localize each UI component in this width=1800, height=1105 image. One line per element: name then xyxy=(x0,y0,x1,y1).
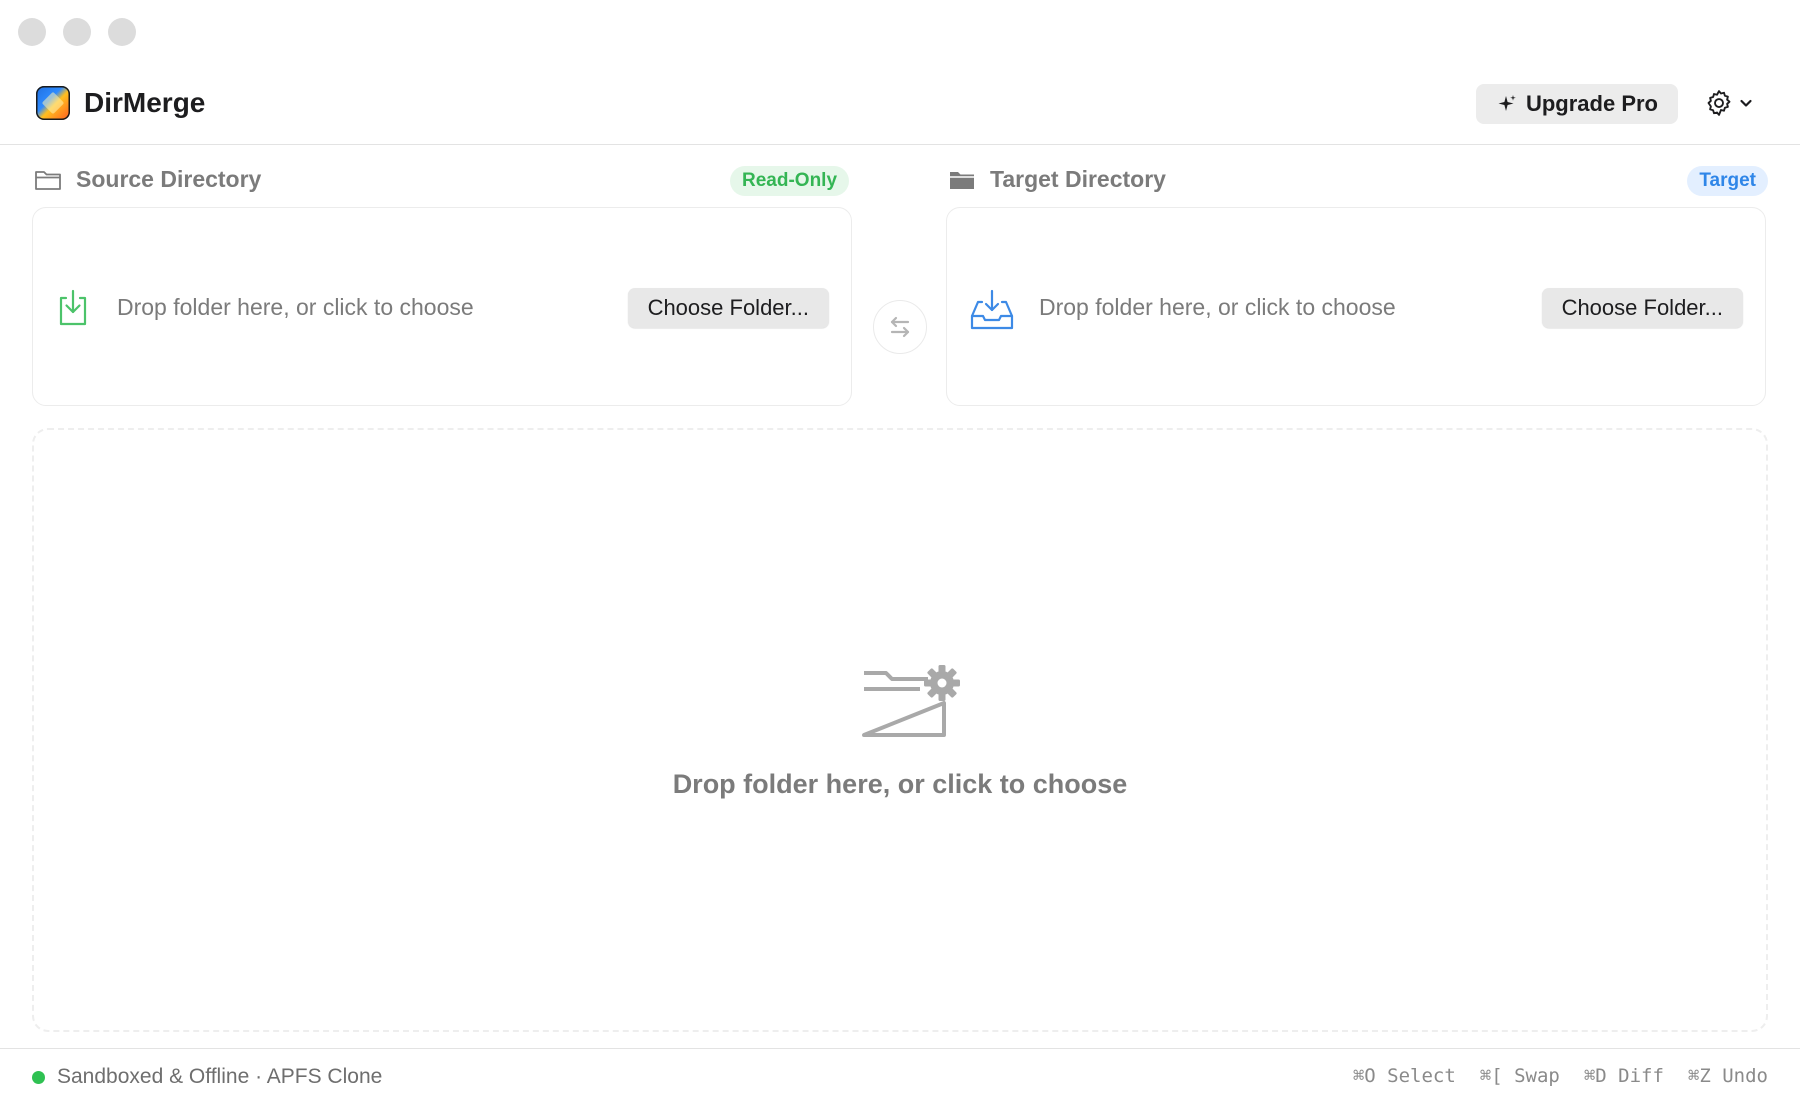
swap-directories-button[interactable] xyxy=(873,300,927,354)
status-text: Sandboxed & Offline · APFS Clone xyxy=(57,1065,383,1088)
gear-icon xyxy=(1707,90,1731,116)
status-indicator: Sandboxed & Offline · APFS Clone xyxy=(32,1065,382,1089)
target-directory-label: Target Directory xyxy=(990,166,1166,192)
target-directory-heading: Target Directory xyxy=(948,166,1166,193)
source-drop-panel[interactable]: Drop folder here, or click to choose Cho… xyxy=(32,207,852,406)
close-window-button[interactable] xyxy=(18,18,46,46)
folder-gear-icon xyxy=(862,665,960,737)
minimize-window-button[interactable] xyxy=(63,18,91,46)
upgrade-pro-label: Upgrade Pro xyxy=(1525,91,1658,116)
folder-outline-icon xyxy=(35,170,61,190)
brand: DirMerge xyxy=(36,86,205,120)
source-drop-text: Drop folder here, or click to choose xyxy=(117,294,474,320)
target-choose-folder-button[interactable]: Choose Folder... xyxy=(1541,288,1743,328)
main-drop-zone[interactable]: Drop folder here, or click to choose xyxy=(32,428,1768,1032)
shortcut-select: ⌘O Select xyxy=(1352,1065,1456,1087)
target-drop-panel[interactable]: Drop folder here, or click to choose Cho… xyxy=(946,207,1766,406)
source-directory-heading: Source Directory xyxy=(34,166,261,193)
zoom-window-button[interactable] xyxy=(108,18,136,46)
app-logo-icon xyxy=(36,86,70,120)
inbox-download-icon xyxy=(970,289,1014,330)
upgrade-pro-button[interactable]: Upgrade Pro xyxy=(1475,84,1678,124)
shortcut-hints: ⌘O Select ⌘[ Swap ⌘D Diff ⌘Z Undo xyxy=(1353,1065,1768,1087)
source-choose-folder-button[interactable]: Choose Folder... xyxy=(627,288,829,328)
shortcut-undo: ⌘Z Undo xyxy=(1687,1065,1768,1087)
status-dot-icon xyxy=(32,1070,45,1084)
status-bar: Sandboxed & Offline · APFS Clone ⌘O Sele… xyxy=(0,1048,1800,1105)
read-only-badge: Read-Only xyxy=(730,166,850,196)
swap-arrows-icon xyxy=(890,316,910,338)
download-tray-icon xyxy=(59,289,87,326)
target-badge: Target xyxy=(1687,166,1768,196)
app-title: DirMerge xyxy=(84,87,206,118)
folder-filled-icon xyxy=(950,171,974,189)
shortcut-diff: ⌘D Diff xyxy=(1583,1065,1664,1087)
target-drop-text: Drop folder here, or click to choose xyxy=(1039,294,1396,320)
shortcut-swap: ⌘[ Swap xyxy=(1479,1065,1560,1087)
app-header: DirMerge Upgrade Pro xyxy=(0,70,1800,145)
sparkle-icon xyxy=(1498,95,1516,111)
source-directory-label: Source Directory xyxy=(76,166,262,192)
chevron-down-icon xyxy=(1740,99,1752,107)
drop-zone-text: Drop folder here, or click to choose xyxy=(672,769,1128,799)
window-controls xyxy=(18,18,136,46)
settings-menu-button[interactable] xyxy=(1704,88,1754,118)
